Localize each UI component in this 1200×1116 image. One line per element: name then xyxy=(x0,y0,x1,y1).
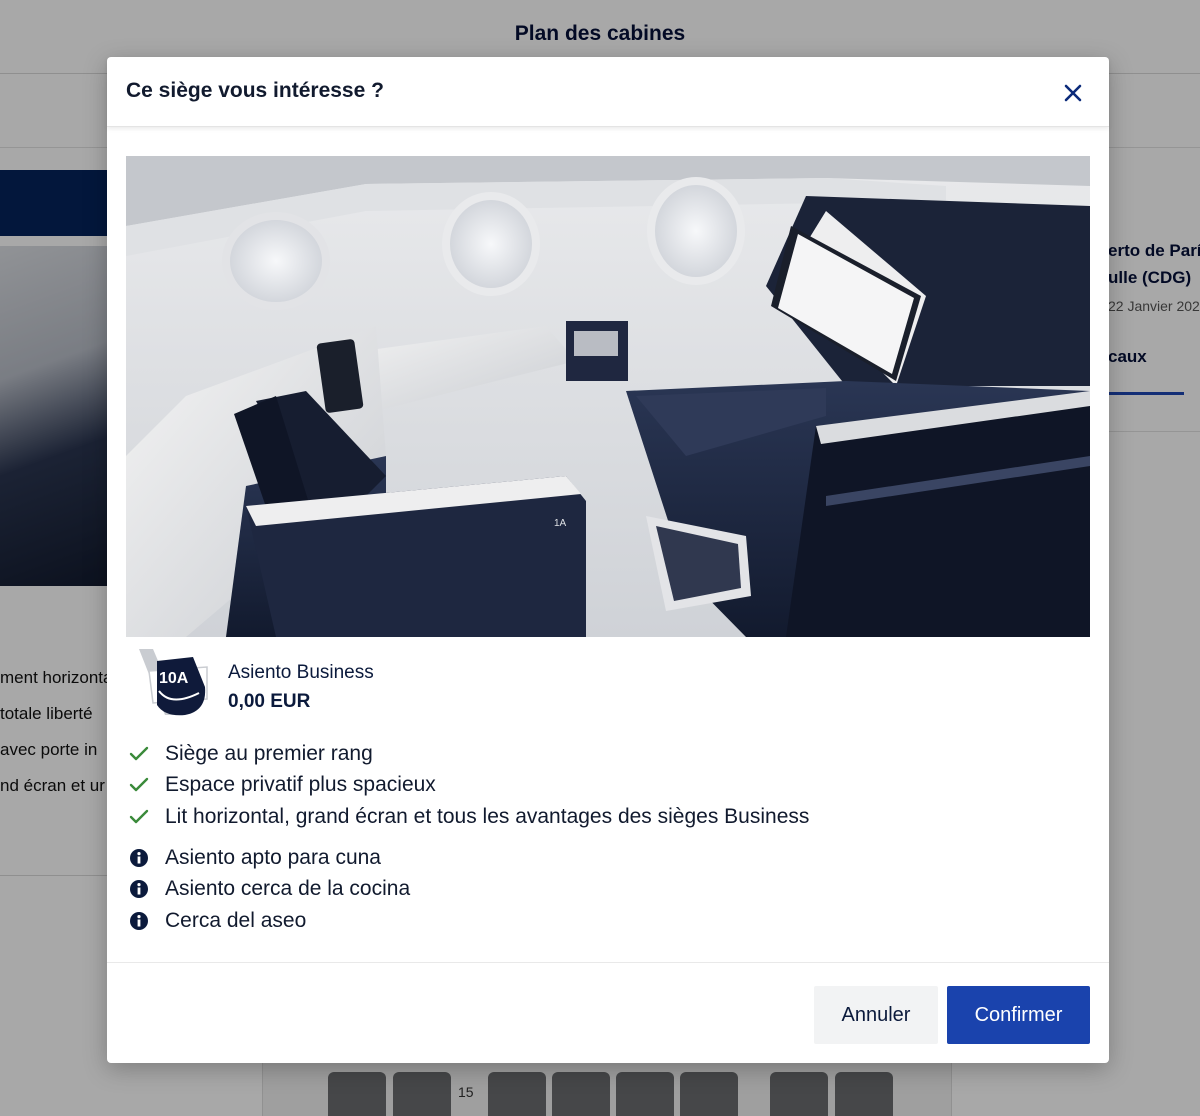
feature-text: Lit horizontal, grand écran et tous les … xyxy=(165,804,810,828)
check-icon xyxy=(129,809,165,825)
info-icon xyxy=(129,879,165,899)
check-icon xyxy=(129,777,165,793)
seat-features-list: Siège au premier rang Espace privatif pl… xyxy=(129,738,809,833)
seat-number: 10A xyxy=(159,670,189,687)
seat-icon: 10A xyxy=(139,649,208,716)
check-icon xyxy=(129,746,165,762)
info-text: Asiento cerca de la cocina xyxy=(165,877,411,901)
seat-detail-dialog: Ce siège vous intéresse ? 1A 10A Asiento… xyxy=(107,57,1109,1063)
close-icon xyxy=(1064,84,1082,102)
seat-number-badge: 10A xyxy=(135,647,215,719)
seat-photo: 1A xyxy=(126,156,1090,637)
info-icon xyxy=(129,848,165,868)
feature-text: Siège au premier rang xyxy=(165,741,373,765)
confirm-button[interactable]: Confirmer xyxy=(947,986,1090,1044)
feature-text: Espace privatif plus spacieux xyxy=(165,773,436,797)
info-icon xyxy=(129,911,165,931)
seat-price: 0,00 EUR xyxy=(228,691,311,712)
dialog-title: Ce siège vous intéresse ? xyxy=(126,79,384,102)
cancel-button[interactable]: Annuler xyxy=(814,986,938,1044)
close-button[interactable] xyxy=(1057,77,1089,109)
list-item: Lit horizontal, grand écran et tous les … xyxy=(129,801,809,833)
dialog-header: Ce siège vous intéresse ? xyxy=(107,57,1109,127)
list-item: Espace privatif plus spacieux xyxy=(129,770,809,802)
dialog-footer: Annuler Confirmer xyxy=(107,962,1109,1063)
info-text: Cerca del aseo xyxy=(165,908,307,932)
list-item: Asiento cerca de la cocina xyxy=(129,874,410,906)
seat-type: Asiento Business xyxy=(228,662,374,683)
list-item: Siège au premier rang xyxy=(129,738,809,770)
list-item: Cerca del aseo xyxy=(129,905,410,937)
info-text: Asiento apto para cuna xyxy=(165,845,381,869)
photo-seat-label: 1A xyxy=(554,518,567,529)
list-item: Asiento apto para cuna xyxy=(129,842,410,874)
seat-info-list: Asiento apto para cuna Asiento cerca de … xyxy=(129,842,410,937)
